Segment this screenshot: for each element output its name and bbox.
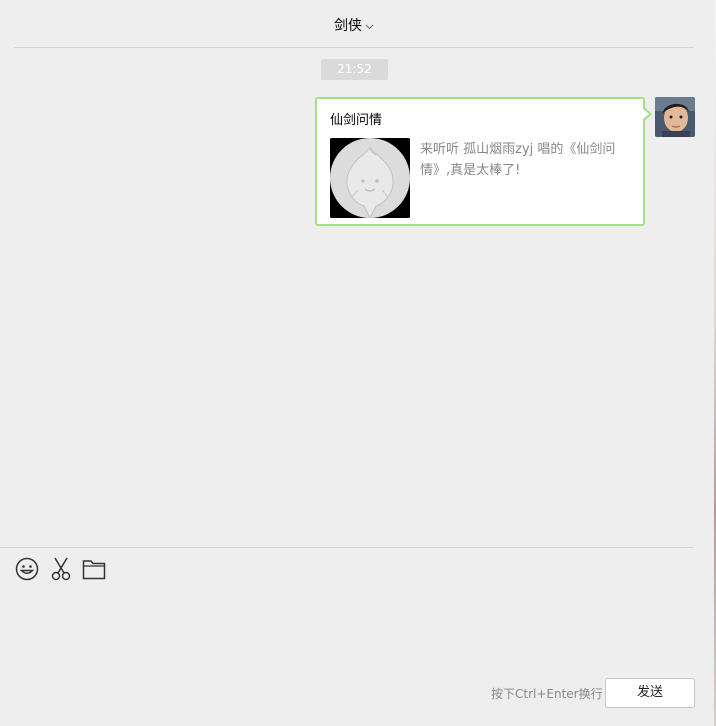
send-button[interactable]: 发送: [605, 678, 695, 708]
avatar[interactable]: [655, 97, 695, 137]
chat-title-dropdown[interactable]: 剑侠: [14, 15, 694, 35]
chat-window: 剑侠 21:52 仙剑问情 来听听 孤山烟雨zyj 唱的《仙剑问情》,真是太棒了…: [0, 0, 716, 726]
folder-icon[interactable]: [81, 556, 107, 582]
newline-hint: 按下Ctrl+Enter换行: [491, 687, 603, 701]
card-thumbnail[interactable]: [330, 138, 410, 218]
chat-header: 剑侠: [14, 0, 694, 48]
chevron-down-icon[interactable]: [365, 18, 374, 34]
emoji-icon[interactable]: [14, 556, 40, 582]
chat-title[interactable]: 剑侠: [334, 18, 362, 34]
shared-music-card[interactable]: 仙剑问情 来听听 孤山烟雨zyj 唱的《仙剑问情》,真是太棒了!: [315, 97, 652, 226]
scissors-icon[interactable]: [48, 556, 74, 582]
music-placeholder-icon: [330, 138, 410, 218]
card-description: 来听听 孤山烟雨zyj 唱的《仙剑问情》,真是太棒了!: [420, 142, 616, 178]
card-title: 仙剑问情: [330, 113, 383, 128]
message-composer[interactable]: 按下Ctrl+Enter换行 发送: [0, 547, 695, 726]
message-timestamp: 21:52: [321, 59, 388, 80]
